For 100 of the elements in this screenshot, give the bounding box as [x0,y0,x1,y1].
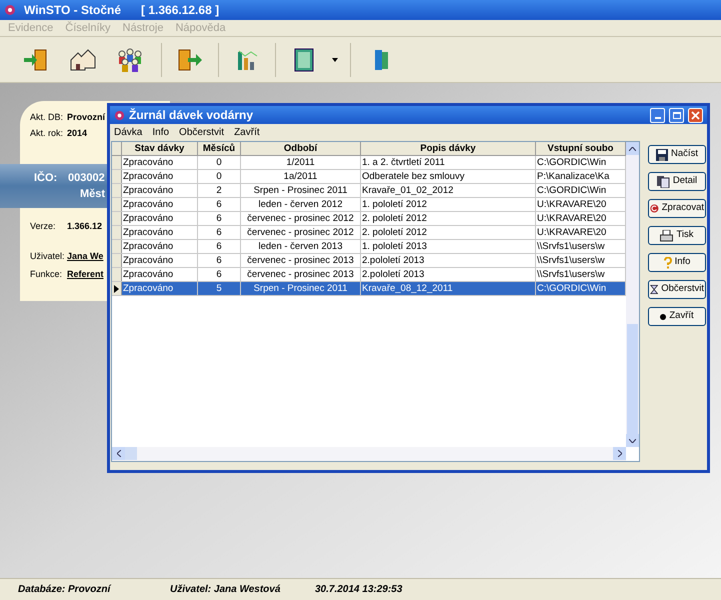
table-cell: Zpracováno [122,282,198,295]
field-label: Funkce: [30,268,64,281]
table-cell: 1/2011 [241,156,361,169]
table-cell: 1. pololetí 2012 [361,198,536,211]
table-row[interactable]: Zpracováno 6 červenec - prosinec 2012 2. pololetí 2012 U:\KRAVARE\20 [112,226,626,240]
menu-item[interactable]: Zavřít [234,125,260,140]
dropdown-caret-icon[interactable] [332,58,338,62]
table-cell: 1a/2011 [241,170,361,183]
table-cell: Zpracováno [122,240,198,253]
action-button[interactable]: Detail [648,172,706,191]
table-cell: 2. pololetí 2012 [361,212,536,225]
action-button[interactable]: Info [648,253,706,272]
table-cell: Zpracováno [122,184,198,197]
table-cell: Odberatele bez smlouvy [361,170,536,183]
question-mark-icon [664,256,672,268]
table-cell: červenec - prosinec 2013 [241,268,361,281]
minimize-button[interactable] [650,108,665,122]
table-cell: 2 [198,184,241,197]
table-row[interactable]: Zpracováno 6 leden - červen 2012 1. pololetí 2012 U:\KRAVARE\20 [112,198,626,212]
menu-item[interactable]: Občerstvit [179,125,224,140]
chevron-up-icon [629,146,636,150]
scrollbar-thumb[interactable] [125,447,137,460]
field-value: Provozní [67,111,106,124]
people-group-icon[interactable] [116,46,144,74]
field-label: Akt. DB: [30,111,64,124]
column-header[interactable]: Stav dávky [122,142,198,155]
flower-icon [114,110,125,120]
scroll-left-button[interactable] [112,447,125,460]
version-text: [ 1.366.12.68 ] [141,2,220,19]
action-button[interactable]: Občerstvit [648,280,706,299]
scroll-right-button[interactable] [613,447,626,460]
field-value: 2014 [67,126,88,140]
maximize-button[interactable] [669,108,684,122]
field-value: 003002 [68,170,105,186]
field-value: Referent [67,268,104,281]
chevron-left-icon [116,450,120,457]
table-cell: červenec - prosinec 2013 [241,254,361,267]
table-cell: 6 [198,212,241,225]
table-row[interactable]: Zpracováno 2 Srpen - Prosinec 2011 Kravaře_01_02_2012 C:\GORDIC\Win [112,184,626,198]
table-row[interactable]: Zpracováno 6 červenec - prosinec 2013 2.pololetí 2013 \\Srvfs1\users\w [112,254,626,268]
action-button[interactable]: Načíst [648,145,706,164]
table-cell: 6 [198,240,241,253]
table-cell: leden - červen 2012 [241,198,361,211]
status-text: Uživatel: Jana Westová [170,583,282,597]
table-row[interactable]: Zpracováno 0 1/2011 1. a 2. čtvrtletí 2011 C:\GORDIC\Win [112,156,626,170]
column-header[interactable]: Popis dávky [361,142,536,155]
table-cell: Kravaře_01_02_2012 [361,184,536,197]
table-cell: Zpracováno [122,198,198,211]
table-row[interactable]: Zpracováno 6 červenec - prosinec 2013 2.pololetí 2013 \\Srvfs1\users\w [112,268,626,282]
close-button[interactable] [688,108,703,122]
status-text: Databáze: Provozní [17,583,112,597]
table-cell: Kravaře_08_12_2011 [361,282,536,295]
table-row[interactable]: Zpracováno 6 červenec - prosinec 2012 2. pololetí 2012 U:\KRAVARE\20 [112,212,626,226]
column-header[interactable]: Odbobí [241,142,361,155]
table-cell: 6 [198,268,241,281]
action-button[interactable]: Zpracovat [648,199,706,218]
table-cell: 2. pololetí 2012 [361,226,536,239]
field-label: Verze: [30,220,57,233]
scroll-down-button[interactable] [626,434,639,447]
table-cell: 6 [198,198,241,211]
hourglass-icon [650,283,658,296]
table-cell: Zpracováno [122,254,198,267]
table-cell: 0 [198,156,241,169]
table-cell: Zpracováno [122,212,198,225]
action-button[interactable]: Tisk [648,226,706,245]
table-cell: leden - červen 2013 [241,240,361,253]
table-cell: 5 [198,282,241,295]
table-cell: Srpen - Prosinec 2011 [241,282,361,295]
table-cell: 2.pololetí 2013 [361,254,536,267]
table-cell: 6 [198,226,241,239]
table-cell: 1. a 2. čtvrtletí 2011 [361,156,536,169]
scroll-up-button[interactable] [626,142,639,155]
field-label: Uživatel: [30,250,66,262]
action-button[interactable]: Zavřít [648,307,706,326]
menu-item[interactable]: Info [152,125,170,140]
table-cell: Zpracováno [122,170,198,183]
table-cell: Zpracováno [122,268,198,281]
table-cell: 2.pololetí 2013 [361,268,536,281]
scrollbar-thumb[interactable] [627,324,638,434]
table-row[interactable]: Zpracováno 0 1a/2011 Odberatele bez smlouvy P:\Kanalizace\Ka [112,170,626,184]
table-row[interactable]: Zpracováno 5 Srpen - Prosinec 2011 Kravaře_08_12_2011 C:\GORDIC\Win [112,282,626,296]
table-cell: červenec - prosinec 2012 [241,212,361,225]
menu-item[interactable]: Dávka [114,125,142,140]
chevron-right-icon [618,450,622,457]
table-cell: 1. pololetí 2013 [361,240,536,253]
table-cell: Zpracováno [122,226,198,239]
table-cell: červenec - prosinec 2012 [241,226,361,239]
status-text: 30.7.2014 13:29:53 [315,583,402,597]
dot-icon [660,314,666,320]
row-pointer-icon [114,284,119,292]
table-cell: Srpen - Prosinec 2011 [241,184,361,197]
field-value: 1.366.12 [67,220,102,233]
organization-name: Měst [80,187,106,202]
column-header[interactable]: Měsíců [198,142,241,155]
table-cell: Zpracováno [122,156,198,169]
field-label: Akt. rok: [30,126,64,140]
chevron-down-icon [629,438,636,442]
documents-icon [656,176,670,188]
table-row[interactable]: Zpracováno 6 leden - červen 2013 1. pololetí 2013 \\Srvfs1\users\w [112,240,626,254]
window-title: WinSTO - Stočné [24,2,122,19]
